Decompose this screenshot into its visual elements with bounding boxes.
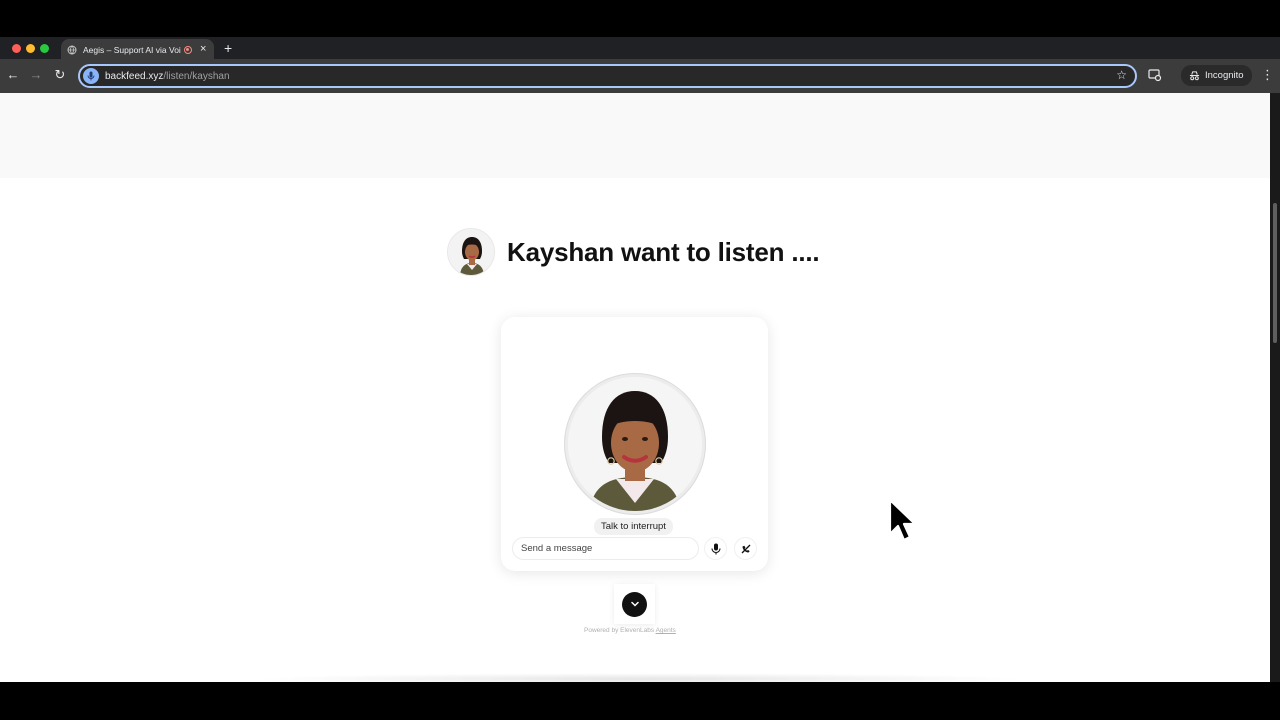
browser-menu-icon[interactable]: ⋮	[1261, 67, 1274, 83]
tab-close-button[interactable]: ×	[200, 44, 206, 55]
browser-chrome: Aegis – Support AI via Voi × + ← → ↻ bac…	[0, 37, 1280, 93]
voice-agent-widget: Talk to interrupt	[501, 317, 768, 571]
new-tab-button[interactable]: +	[224, 41, 232, 55]
top-band	[0, 93, 1270, 178]
agent-avatar[interactable]	[564, 373, 706, 515]
tab-title: Aegis – Support AI via Voi	[83, 44, 181, 55]
bookmark-star-icon[interactable]: ☆	[1116, 68, 1127, 82]
browser-toolbar: ← → ↻ backfeed.xyz/listen/kayshan ☆ Inco…	[0, 59, 1280, 93]
window-maximize-button[interactable]	[40, 44, 49, 53]
microphone-site-icon[interactable]	[83, 68, 99, 84]
recording-icon	[184, 45, 192, 54]
url-path: /listen/kayshan	[163, 70, 230, 82]
message-input[interactable]	[512, 537, 699, 560]
phone-off-icon	[741, 544, 750, 553]
agent-avatar-image	[568, 377, 702, 511]
status-badge: Talk to interrupt	[594, 518, 673, 535]
screen: Aegis – Support AI via Voi × + ← → ↻ bac…	[0, 0, 1280, 720]
incognito-label: Incognito	[1205, 70, 1244, 81]
window-minimize-button[interactable]	[26, 44, 35, 53]
mouse-cursor-icon	[888, 498, 917, 542]
forward-button[interactable]: →	[28, 67, 44, 83]
powered-by-text: Powered by ElevenLabs	[584, 627, 656, 634]
incognito-badge[interactable]: Incognito	[1181, 65, 1252, 86]
end-call-button[interactable]	[734, 537, 757, 560]
page-scrollbar[interactable]	[1270, 93, 1280, 682]
widget-toggle-container	[614, 584, 655, 624]
page-header: Kayshan want to listen ....	[447, 228, 820, 276]
url-text: backfeed.xyz/listen/kayshan	[105, 71, 230, 82]
agents-link[interactable]: Agents	[656, 627, 676, 634]
mic-icon	[87, 71, 95, 81]
powered-by-footer: Powered by ElevenLabs Agents	[584, 627, 676, 634]
avatar	[447, 228, 495, 276]
mic-button[interactable]	[704, 537, 727, 560]
browser-tab-active[interactable]: Aegis – Support AI via Voi ×	[61, 39, 214, 60]
tab-strip: Aegis – Support AI via Voi × +	[0, 37, 1280, 60]
portrait-image	[568, 377, 702, 511]
portrait-image	[448, 229, 494, 275]
bottom-shadow	[250, 673, 1030, 682]
back-button[interactable]: ←	[5, 67, 21, 83]
reload-button[interactable]: ↻	[52, 67, 68, 83]
tab-search-icon[interactable]	[1148, 68, 1162, 82]
page-viewport: Kayshan want to listen .... Talk to inte…	[0, 93, 1280, 682]
incognito-icon	[1189, 71, 1200, 81]
window-close-button[interactable]	[12, 44, 21, 53]
chevron-down-icon	[630, 601, 639, 607]
address-bar[interactable]: backfeed.xyz/listen/kayshan ☆	[78, 64, 1137, 88]
scrollbar-thumb[interactable]	[1273, 203, 1277, 343]
page-title: Kayshan want to listen ....	[507, 236, 820, 267]
collapse-widget-button[interactable]	[622, 591, 647, 617]
globe-icon	[67, 45, 77, 54]
mic-icon	[710, 543, 721, 554]
url-host: backfeed.xyz	[105, 70, 164, 82]
